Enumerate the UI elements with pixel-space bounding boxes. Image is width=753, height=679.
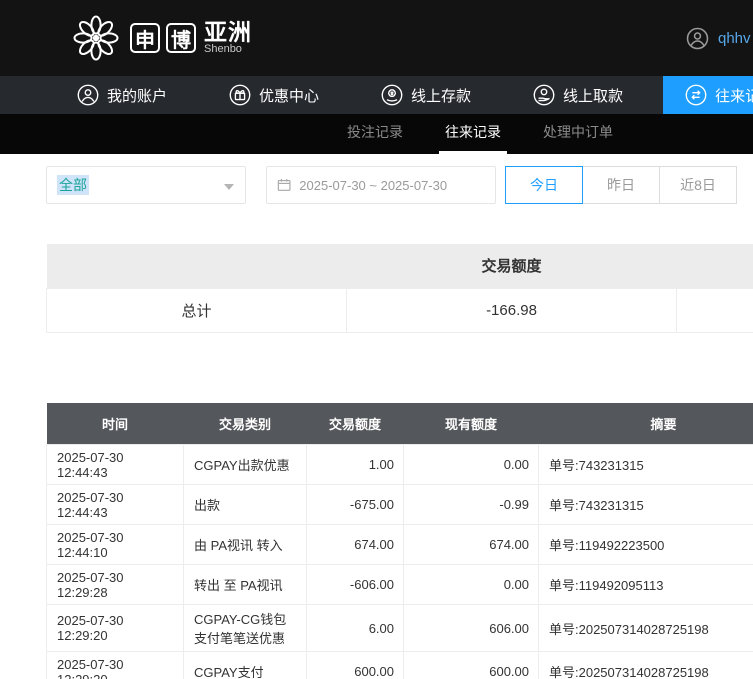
cell-type: 出款 <box>183 484 307 525</box>
records-table: 时间 交易类别 交易额度 现有额度 摘要 2025-07-30 12:44:43… <box>46 402 753 679</box>
cell-time: 2025-07-30 12:29:28 <box>46 564 184 605</box>
nav-item-my-account[interactable]: 我的账户 <box>55 76 189 114</box>
cell-type: CGPAY支付 <box>183 651 307 679</box>
cell-memo: 单号:743231315 <box>538 484 753 525</box>
summary-total-value: -166.98 <box>346 287 677 333</box>
summary-header-amount: 交易额度 <box>346 244 677 288</box>
cell-type: CGPAY出款优惠 <box>183 444 307 485</box>
summary-total-label: 总计 <box>46 287 347 333</box>
cell-amount: -675.00 <box>306 484 404 525</box>
cell-time: 2025-07-30 12:44:10 <box>46 524 184 565</box>
cell-balance: 0.00 <box>403 444 539 485</box>
summary-total-row: 总计 -166.98 <box>46 287 753 333</box>
nav-item-transaction-records[interactable]: 往来记录 <box>663 76 753 114</box>
browser-viewport: 申 博 亚洲 Shenbo qhhv 我的账户 优惠中心 线上存款 线上取款 往… <box>0 0 753 679</box>
cell-memo: 单号:202507314028725198 <box>538 604 753 652</box>
tab-transaction-records[interactable]: 往来记录 <box>439 114 507 154</box>
tab-processing-orders[interactable]: 处理中订单 <box>537 114 619 154</box>
cell-memo: 单号:119492095113 <box>538 564 753 605</box>
records-icon <box>685 84 707 106</box>
col-header-balance: 现有额度 <box>403 402 539 445</box>
brand-logo[interactable] <box>72 14 120 62</box>
cell-balance: 674.00 <box>403 524 539 565</box>
deposit-icon <box>381 84 403 106</box>
brand-region: 亚洲 <box>204 19 252 46</box>
quick-date-buttons: 今日 昨日 近8日 <box>505 166 737 204</box>
col-header-time: 时间 <box>46 402 184 445</box>
date-range-picker[interactable] <box>266 166 496 204</box>
cell-type: 转出 至 PA视讯 <box>183 564 307 605</box>
table-row: 2025-07-30 12:44:43 CGPAY出款优惠 1.00 0.00 … <box>46 444 753 485</box>
table-row: 2025-07-30 12:29:20 CGPAY支付 600.00 600.0… <box>46 651 753 679</box>
user-account-area[interactable]: qhhv <box>686 0 751 76</box>
account-icon <box>77 84 99 106</box>
flower-logo-icon <box>73 15 119 61</box>
brand-char-1: 申 <box>130 23 160 53</box>
table-row: 2025-07-30 12:29:28 转出 至 PA视讯 -606.00 0.… <box>46 564 753 605</box>
summary-header-empty <box>46 244 347 288</box>
summary-total-empty <box>676 287 753 333</box>
cell-amount: 600.00 <box>306 651 404 679</box>
today-button[interactable]: 今日 <box>505 166 583 204</box>
tab-bet-records[interactable]: 投注记录 <box>341 114 409 154</box>
record-tabs: 投注记录 往来记录 处理中订单 <box>0 114 753 154</box>
cell-amount: 1.00 <box>306 444 404 485</box>
records-header-row: 时间 交易类别 交易额度 现有额度 摘要 <box>46 402 753 445</box>
brand-char-2: 博 <box>166 23 196 53</box>
cell-memo: 单号:119492223500 <box>538 524 753 565</box>
summary-header-empty-2 <box>676 244 753 288</box>
col-header-amount: 交易额度 <box>306 402 404 445</box>
cell-amount: -606.00 <box>306 564 404 605</box>
summary-header-row: 交易额度 <box>46 244 753 288</box>
cell-balance: 600.00 <box>403 651 539 679</box>
promo-icon <box>229 84 251 106</box>
cell-type: CGPAY-CG钱包支付笔笔送优惠 <box>183 604 307 652</box>
username-text[interactable]: qhhv <box>718 30 751 47</box>
nav-label: 往来记录 <box>715 87 753 105</box>
yesterday-button[interactable]: 昨日 <box>582 166 660 204</box>
main-nav: 我的账户 优惠中心 线上存款 线上取款 往来记 <box>0 76 753 114</box>
summary-table: 交易额度 总计 -166.98 <box>46 244 753 333</box>
type-select[interactable]: 全部 <box>46 166 246 204</box>
date-range-input[interactable] <box>299 177 485 193</box>
nav-item-withdraw[interactable]: 线上取款 <box>511 76 645 114</box>
cell-balance: -0.99 <box>403 484 539 525</box>
cell-amount: 674.00 <box>306 524 404 565</box>
nav-label: 线上取款 <box>563 87 624 105</box>
brand-name[interactable]: 申 博 亚洲 Shenbo <box>130 20 252 56</box>
type-select-value: 全部 <box>57 175 89 195</box>
content-area: 全部 今日 昨日 <box>0 154 753 679</box>
last-8-days-button[interactable]: 近8日 <box>659 166 737 204</box>
calendar-icon <box>277 179 291 191</box>
table-row: 2025-07-30 12:29:20 CGPAY-CG钱包支付笔笔送优惠 6.… <box>46 604 753 652</box>
table-row: 2025-07-30 12:44:10 由 PA视讯 转入 674.00 674… <box>46 524 753 565</box>
cell-time: 2025-07-30 12:44:43 <box>46 444 184 485</box>
nav-item-promotions[interactable]: 优惠中心 <box>207 76 341 114</box>
brand-text: 亚洲 Shenbo <box>204 20 252 56</box>
cell-time: 2025-07-30 12:29:20 <box>46 651 184 679</box>
page: 申 博 亚洲 Shenbo qhhv 我的账户 优惠中心 线上存款 线上取款 往… <box>0 0 753 679</box>
filter-bar: 全部 今日 昨日 <box>46 166 753 204</box>
col-header-type: 交易类别 <box>183 402 307 445</box>
cell-amount: 6.00 <box>306 604 404 652</box>
cell-memo: 单号:743231315 <box>538 444 753 485</box>
top-header: 申 博 亚洲 Shenbo qhhv <box>0 0 753 76</box>
nav-label: 我的账户 <box>107 87 168 105</box>
cell-type: 由 PA视讯 转入 <box>183 524 307 565</box>
cell-time: 2025-07-30 12:29:20 <box>46 604 184 652</box>
cell-balance: 606.00 <box>403 604 539 652</box>
cell-time: 2025-07-30 12:44:43 <box>46 484 184 525</box>
col-header-memo: 摘要 <box>538 402 753 445</box>
withdraw-icon <box>533 84 555 106</box>
cell-balance: 0.00 <box>403 564 539 605</box>
table-row: 2025-07-30 12:44:43 出款 -675.00 -0.99 单号:… <box>46 484 753 525</box>
nav-label: 线上存款 <box>411 87 472 105</box>
cell-memo: 单号:202507314028725198 <box>538 651 753 679</box>
brand-subtitle: Shenbo <box>204 43 242 56</box>
user-avatar-icon <box>686 27 709 49</box>
nav-label: 优惠中心 <box>259 87 320 105</box>
chevron-down-icon <box>224 184 234 190</box>
nav-item-deposit[interactable]: 线上存款 <box>359 76 493 114</box>
